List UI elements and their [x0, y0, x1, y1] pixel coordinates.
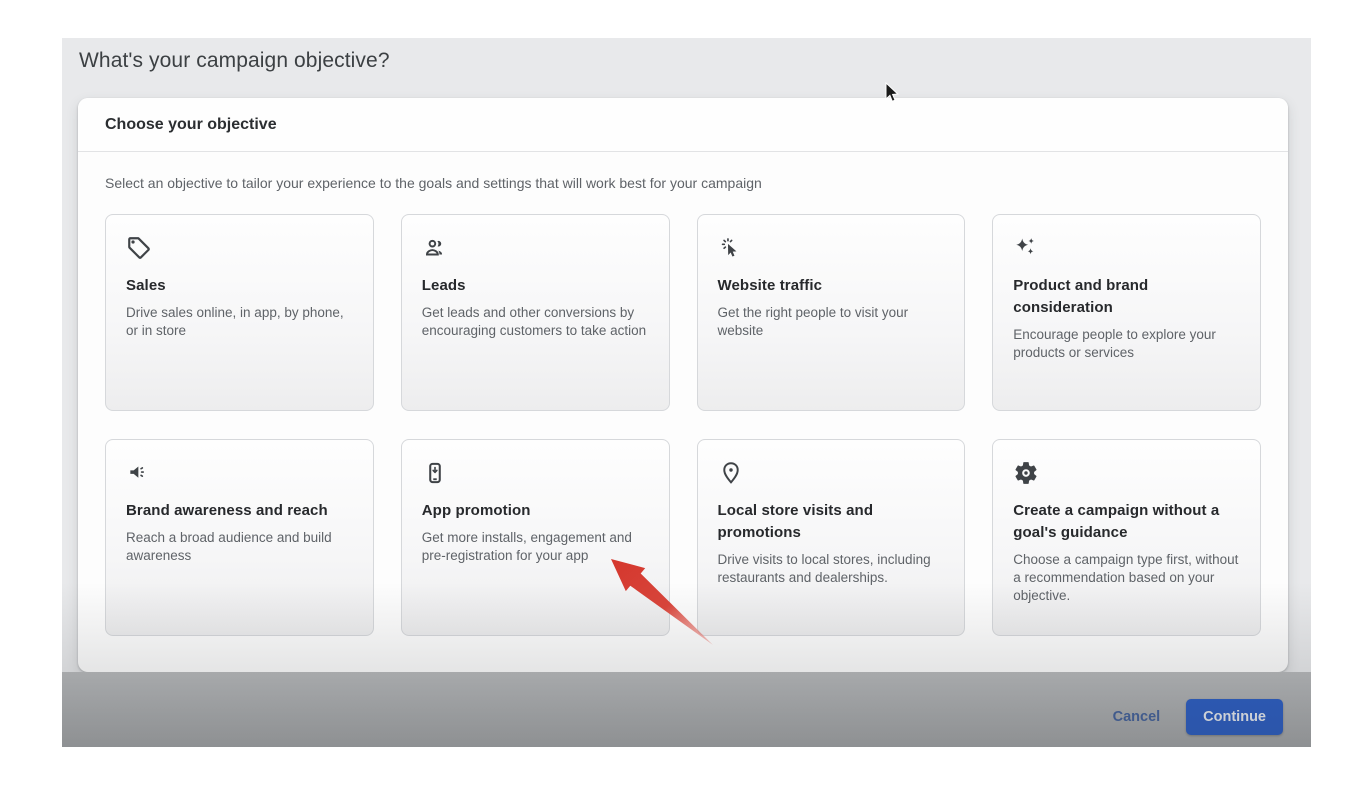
objective-grid: Sales Drive sales online, in app, by pho… [105, 214, 1261, 636]
objective-card-product-brand-consideration[interactable]: Product and brand consideration Encourag… [992, 214, 1261, 411]
sparkles-icon [1013, 235, 1240, 263]
continue-button[interactable]: Continue [1186, 699, 1283, 735]
objective-card-sales[interactable]: Sales Drive sales online, in app, by pho… [105, 214, 374, 411]
cancel-button[interactable]: Cancel [1113, 709, 1161, 725]
objective-card-app-promotion[interactable]: App promotion Get more installs, engagem… [401, 439, 670, 636]
page-title: What's your campaign objective? [79, 49, 390, 73]
objective-description: Drive sales online, in app, by phone, or… [126, 304, 353, 340]
location-pin-icon [718, 460, 945, 488]
objective-card-no-goal-guidance[interactable]: Create a campaign without a goal's guida… [992, 439, 1261, 636]
objective-description: Get leads and other conversions by encou… [422, 304, 649, 340]
objective-title: App promotion [422, 500, 649, 522]
objective-description: Choose a campaign type first, without a … [1013, 551, 1240, 606]
objective-description: Encourage people to explore your product… [1013, 326, 1240, 362]
panel-header: Choose your objective [78, 98, 1288, 152]
panel-body: Select an objective to tailor your exper… [78, 152, 1288, 636]
leads-people-icon [422, 235, 649, 263]
objective-title: Local store visits and promotions [718, 500, 945, 544]
megaphone-icon [126, 460, 353, 488]
tag-icon [126, 235, 353, 263]
objective-card-leads[interactable]: Leads Get leads and other conversions by… [401, 214, 670, 411]
objective-title: Website traffic [718, 275, 945, 297]
app-install-icon [422, 460, 649, 488]
objective-description: Get more installs, engagement and pre-re… [422, 529, 649, 565]
objective-title: Brand awareness and reach [126, 500, 353, 522]
objective-description: Reach a broad audience and build awarene… [126, 529, 353, 565]
objective-instructions: Select an objective to tailor your exper… [105, 175, 1261, 191]
objective-description: Get the right people to visit your websi… [718, 304, 945, 340]
objective-title: Sales [126, 275, 353, 297]
choose-objective-panel: Choose your objective Select an objectiv… [78, 98, 1288, 672]
action-bar: Cancel Continue [62, 672, 1311, 747]
objective-title: Product and brand consideration [1013, 275, 1240, 319]
objective-title: Create a campaign without a goal's guida… [1013, 500, 1240, 544]
objective-title: Leads [422, 275, 649, 297]
objective-card-website-traffic[interactable]: Website traffic Get the right people to … [697, 214, 966, 411]
gear-icon [1013, 460, 1240, 488]
campaign-setup-stage: What's your campaign objective? Choose y… [62, 38, 1311, 747]
objective-card-brand-awareness[interactable]: Brand awareness and reach Reach a broad … [105, 439, 374, 636]
cursor-click-icon [718, 235, 945, 263]
objective-card-local-store-visits[interactable]: Local store visits and promotions Drive … [697, 439, 966, 636]
objective-description: Drive visits to local stores, including … [718, 551, 945, 587]
